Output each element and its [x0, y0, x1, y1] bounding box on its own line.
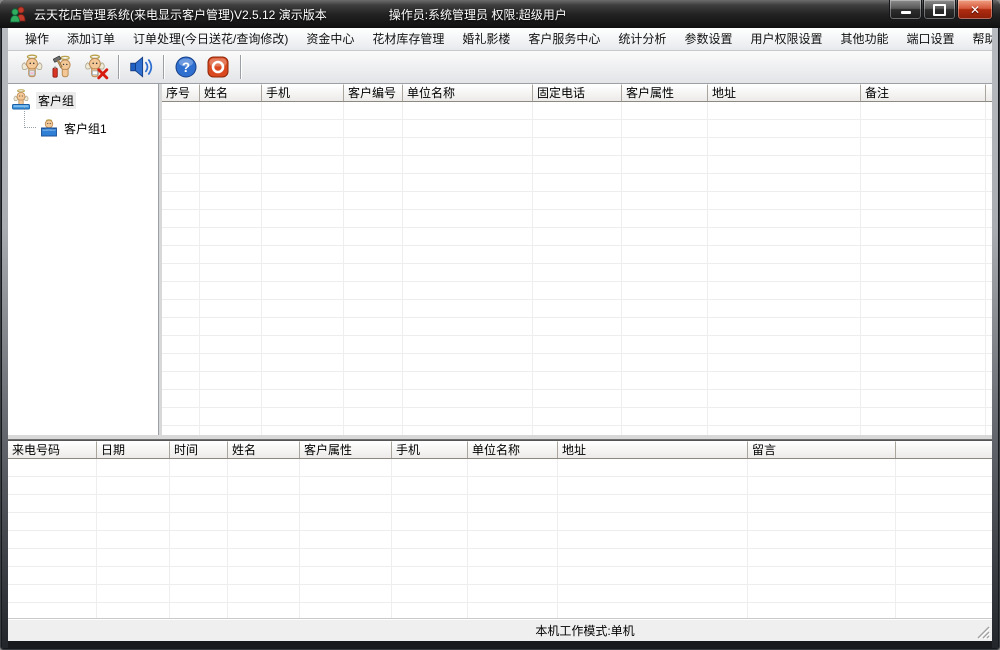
menu-item-12[interactable]: 帮助	[964, 28, 993, 50]
window-frame: 云天花店管理系统(来电显示客户管理)V2.5.12 演示版本 操作员:系统管理员…	[0, 0, 1000, 650]
column-header-filler	[986, 84, 992, 101]
column-gridline	[467, 459, 468, 619]
angel-in-box-icon	[41, 119, 57, 137]
help-icon: ?	[175, 56, 197, 78]
menu-item-0[interactable]: 操作	[16, 28, 58, 50]
tree-item-customer-group-1[interactable]: 客户组1	[24, 107, 158, 139]
menu-item-9[interactable]: 用户权限设置	[741, 28, 831, 50]
column-header-5[interactable]: 手机	[392, 441, 468, 458]
column-header-5[interactable]: 固定电话	[533, 84, 622, 101]
call-table-header: 来电号码 日期 时间 姓名 客户属性 手机 单位名称 地址 留言	[8, 441, 992, 459]
column-gridline	[343, 102, 344, 435]
customer-table: 序号 姓名 手机 客户编号 单位名称 固定电话 客户属性 地址 备注	[162, 84, 992, 435]
app-logo-people-icon	[10, 6, 26, 23]
status-bar: 本机工作模式:单机	[8, 619, 992, 641]
column-header-8[interactable]: 留言	[748, 441, 896, 458]
column-header-6[interactable]: 客户属性	[622, 84, 708, 101]
window-controls: ✕	[889, 0, 993, 20]
column-header-0[interactable]: 来电号码	[8, 441, 97, 458]
speaker-icon	[130, 56, 153, 78]
call-table-body[interactable]	[8, 459, 992, 619]
maximize-button[interactable]	[923, 0, 956, 20]
minimize-icon	[900, 11, 911, 14]
app-window: 云天花店管理系统(来电显示客户管理)V2.5.12 演示版本 操作员:系统管理员…	[0, 0, 1000, 650]
column-header-2[interactable]: 时间	[170, 441, 228, 458]
menu-item-7[interactable]: 统计分析	[609, 28, 675, 50]
delete-customer-button[interactable]	[80, 52, 112, 82]
column-header-3[interactable]: 姓名	[228, 441, 300, 458]
exit-button[interactable]	[202, 52, 234, 82]
title-bar[interactable]: 云天花店管理系统(来电显示客户管理)V2.5.12 演示版本 操作员:系统管理员…	[0, 0, 1000, 28]
column-gridline	[895, 459, 896, 619]
column-header-1[interactable]: 日期	[97, 441, 170, 458]
tree-item-label: 客户组	[36, 91, 77, 109]
toolbar-separator	[118, 55, 119, 79]
toolbar: ?	[8, 51, 992, 84]
window-border-right	[992, 28, 998, 648]
work-mode-status: 本机工作模式:单机	[535, 624, 635, 638]
column-gridline	[391, 459, 392, 619]
column-gridline	[299, 459, 300, 619]
edit-customer-button[interactable]	[48, 52, 80, 82]
resize-grip-icon[interactable]	[977, 626, 990, 639]
column-gridline	[169, 459, 170, 619]
column-gridline	[707, 102, 708, 435]
menu-item-11[interactable]: 端口设置	[897, 28, 963, 50]
column-gridline	[96, 459, 97, 619]
menu-item-1[interactable]: 添加订单	[58, 28, 124, 50]
toolbar-separator	[240, 55, 241, 79]
column-gridline	[199, 102, 200, 435]
minimize-button[interactable]	[889, 0, 922, 20]
close-button[interactable]: ✕	[957, 0, 993, 20]
toolbar-separator	[163, 55, 164, 79]
column-header-8[interactable]: 备注	[861, 84, 986, 101]
sound-button[interactable]	[125, 52, 157, 82]
column-gridline	[747, 459, 748, 619]
menu-item-10[interactable]: 其他功能	[831, 28, 897, 50]
column-header-2[interactable]: 手机	[262, 84, 344, 101]
column-gridline	[402, 102, 403, 435]
customer-table-body[interactable]	[162, 102, 992, 435]
angel-hammer-icon	[52, 55, 71, 78]
column-header-4[interactable]: 单位名称	[403, 84, 533, 101]
angel-delete-icon	[85, 54, 109, 80]
column-header-7[interactable]: 地址	[558, 441, 748, 458]
window-title: 云天花店管理系统(来电显示客户管理)V2.5.12 演示版本	[34, 7, 327, 22]
column-header-4[interactable]: 客户属性	[300, 441, 392, 458]
column-header-7[interactable]: 地址	[708, 84, 861, 101]
column-header-1[interactable]: 姓名	[200, 84, 262, 101]
tree-item-label: 客户组1	[64, 121, 107, 136]
maximize-icon	[933, 3, 946, 16]
customer-table-header: 序号 姓名 手机 客户编号 单位名称 固定电话 客户属性 地址 备注	[162, 84, 992, 102]
close-icon: ✕	[969, 2, 981, 17]
angel-icon	[21, 54, 43, 78]
menu-item-5[interactable]: 婚礼影楼	[453, 28, 519, 50]
column-header-0[interactable]: 序号	[162, 84, 200, 101]
call-log-table: 来电号码 日期 时间 姓名 客户属性 手机 单位名称 地址 留言	[8, 440, 992, 619]
column-header-6[interactable]: 单位名称	[468, 441, 558, 458]
column-gridline	[227, 459, 228, 619]
column-gridline	[621, 102, 622, 435]
menu-item-4[interactable]: 花材库存管理	[363, 28, 453, 50]
menu-bar: 操作 添加订单 订单处理(今日送花/查询修改) 资金中心 花材库存管理 婚礼影楼 客户服务中…	[8, 28, 992, 51]
menu-item-2[interactable]: 订单处理(今日送花/查询修改)	[124, 28, 297, 50]
column-header-filler	[896, 441, 992, 458]
column-gridline	[532, 102, 533, 435]
operator-info: 操作员:系统管理员 权限:超级用户	[388, 7, 567, 22]
content-area: 客户组 客户组1 序号 姓名 手机 客户编号 单位名称 固定电话 客户属性 地址…	[8, 84, 992, 435]
column-gridline	[261, 102, 262, 435]
client-area: 操作 添加订单 订单处理(今日送花/查询修改) 资金中心 花材库存管理 婚礼影楼 客户服务中…	[8, 28, 992, 641]
column-gridline	[985, 102, 986, 435]
customer-group-tree: 客户组 客户组1	[8, 84, 159, 435]
menu-item-8[interactable]: 参数设置	[675, 28, 741, 50]
help-button[interactable]: ?	[170, 52, 202, 82]
column-header-3[interactable]: 客户编号	[344, 84, 403, 101]
column-gridline	[860, 102, 861, 435]
power-icon	[207, 56, 229, 78]
add-customer-button[interactable]	[16, 52, 48, 82]
svg-text:?: ?	[182, 60, 190, 75]
menu-item-3[interactable]: 资金中心	[297, 28, 363, 50]
menu-item-6[interactable]: 客户服务中心	[519, 28, 609, 50]
column-gridline	[557, 459, 558, 619]
